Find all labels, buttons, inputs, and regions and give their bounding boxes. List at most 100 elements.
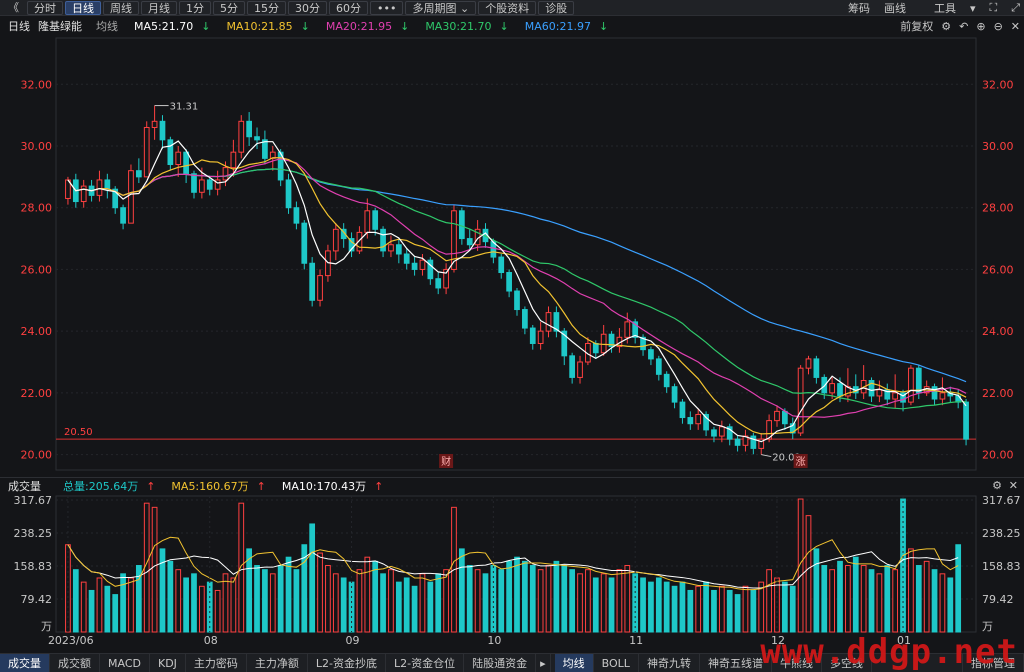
badge-zhang: 涨 [796,456,806,468]
volume-bar [758,581,765,633]
candle-body [403,253,410,264]
candle-body [167,139,174,166]
volume-bar [789,585,796,633]
volume-bar [592,577,599,633]
volume-bar [624,565,631,633]
volume-bar [246,548,253,633]
volume-bar [522,560,528,633]
tab-turnover[interactable]: 成交额 [50,653,100,672]
tab-boll[interactable]: BOLL [594,653,639,672]
volume-close-icon[interactable]: ✕ [1009,479,1018,492]
volume-bar [199,585,205,633]
price-tick-right: 24.00 [982,325,1014,338]
price-tick-right: 22.00 [982,387,1014,400]
price-tick-right: 28.00 [982,202,1014,215]
volume-bar [112,594,119,633]
volume-bar [151,506,158,633]
candle-body [135,170,142,178]
candle-body [498,256,505,274]
volume-bar [183,577,189,633]
volume-bar [72,569,79,633]
volume-bar [734,594,741,633]
volume-bar [529,565,536,633]
tab-ma[interactable]: 均线 [554,653,594,672]
candle-body [671,386,678,403]
tabs-scroll-icon[interactable]: ▸ [536,653,551,672]
volume-bar [837,560,843,633]
volume-bar [908,548,914,633]
volume-bar [372,560,379,633]
volume-bar [561,565,568,633]
volume-bar [703,581,709,633]
candle-body [293,207,300,224]
candle-body [435,278,442,289]
candle-body [537,330,544,344]
volume-bar [395,581,402,633]
volume-bar [569,569,576,633]
badge-cai: 财 [441,455,451,468]
volume-bar [191,573,197,633]
volume-bar [742,585,749,633]
candle-body [663,373,670,388]
volume-bar [781,581,788,633]
volume-bar [852,556,859,633]
volume-bar [435,573,442,633]
price-tick-right: 32.00 [982,78,1014,91]
volume-bar [285,556,292,633]
candle-body [829,383,835,394]
candle-body [569,355,576,378]
price-tick-right: 26.00 [982,263,1014,276]
arrow-up-icon: ↑ [256,479,266,493]
date-tick: 09 [346,634,360,647]
volume-bar [466,565,473,633]
tab-macd[interactable]: MACD [100,653,150,672]
tab-main-code[interactable]: 主力密码 [186,653,247,672]
candle-body [774,410,780,422]
volume-bar [845,565,851,633]
volume-tick-right: 79.42 [982,593,1014,606]
volume-bar [577,573,583,633]
volume-bar [923,560,930,633]
volume-bar [868,569,875,633]
candle-body [522,309,528,329]
candle-body [364,210,371,233]
tab-l2-bottom[interactable]: L2-资金抄底 [308,653,387,672]
candle-body [332,228,339,252]
tab-kdj[interactable]: KDJ [150,653,186,672]
volume-bar [947,577,954,633]
volume-settings-icon[interactable]: ⚙ [992,479,1002,492]
candle-body [805,358,812,369]
volume-bar [671,585,678,633]
volume-bar [96,577,103,633]
candlestick-chart[interactable]: 32.00 32.00 30.00 30.00 28.00 28.00 26.00 26.00… [0,0,1024,672]
price-tick-left: 22.00 [21,387,53,400]
tab-l2-position[interactable]: L2-资金仓位 [386,653,465,672]
volume-bar [222,573,229,633]
volume-tick-right: 238.25 [982,527,1021,540]
tab-main-net[interactable]: 主力净额 [247,653,308,672]
candle-body [395,244,402,255]
candle-body [104,179,111,190]
volume-bar [262,569,268,633]
candle-body [183,151,189,175]
volume-unit-left: 万 [41,620,52,633]
volume-bar [939,573,946,633]
volume-bar [325,565,331,633]
volume-bar [356,569,363,633]
volume-bar [388,569,394,633]
volume-total: 总量:205.64万 ↑ [55,478,155,494]
candle-body [813,358,820,378]
candle-body [372,210,379,230]
candle-body [175,151,182,166]
tab-magic-nine[interactable]: 神奇九转 [639,653,700,672]
volume-ma5-text: MA5:160.67万 [171,479,249,493]
date-tick: 08 [204,634,218,647]
candle-body [797,367,804,434]
volume-title[interactable]: 成交量 [8,478,41,494]
tab-hk-connect[interactable]: 陆股通资金 [464,653,537,672]
site-watermark: www.ddgp.net [760,632,1018,672]
volume-bar [648,581,654,633]
candle-body [734,438,741,446]
tab-volume[interactable]: 成交量 [0,653,50,672]
volume-bar [411,585,418,633]
